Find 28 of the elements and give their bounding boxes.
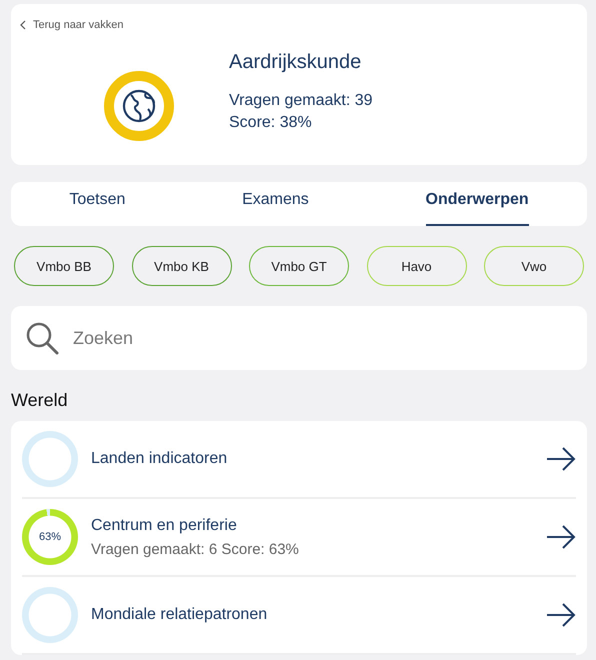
level-chip[interactable]: Havo <box>366 246 466 286</box>
topic-title: Mondiale relatiepatronen <box>91 606 268 624</box>
chevron-left-icon <box>19 20 27 30</box>
arrow-right-icon <box>546 446 576 472</box>
progress-ring: 63% <box>22 509 78 565</box>
subject-title: Aardrijkskunde <box>229 51 362 74</box>
level-chip[interactable]: Vwo <box>484 246 584 286</box>
search-bar[interactable]: Zoeken <box>11 306 587 370</box>
tab[interactable]: Onderwerpen <box>426 186 529 226</box>
tab[interactable]: Toetsen <box>69 186 126 226</box>
level-chip[interactable]: Vmbo GT <box>249 246 349 286</box>
questions-count: Vragen gemaakt: 39 <box>229 91 372 111</box>
topic-title: Landen indicatoren <box>91 450 228 468</box>
topic-stats: Vragen gemaakt: 6 Score: 63% <box>91 540 300 558</box>
search-icon <box>25 321 59 355</box>
topic-title: Centrum en periferie <box>91 516 238 534</box>
globe-icon <box>104 71 174 141</box>
level-chip[interactable]: Vmbo BB <box>14 246 114 286</box>
tab[interactable]: Examens <box>242 186 309 226</box>
score-text: Score: 38% <box>229 113 313 133</box>
back-link[interactable]: Terug naar vakken <box>19 19 124 31</box>
section-title: Wereld <box>11 390 69 411</box>
topic-item[interactable]: 63% Centrum en periferie Vragen gemaakt: 6 Score: 63% <box>22 499 576 577</box>
topic-item[interactable]: Landen indicatoren <box>22 421 576 499</box>
level-chip[interactable]: Vmbo KB <box>132 246 232 286</box>
arrow-right-icon <box>546 602 576 628</box>
topic-item[interactable]: Mondiale relatiepatronen <box>22 577 576 655</box>
arrow-right-icon <box>546 524 576 550</box>
